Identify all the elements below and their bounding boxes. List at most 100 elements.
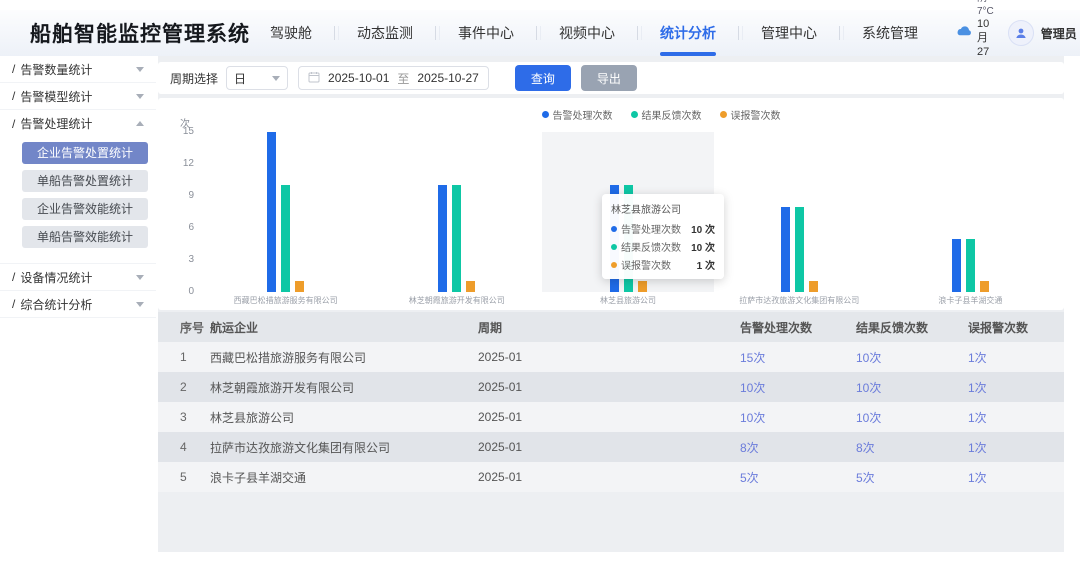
- bar: [781, 207, 790, 292]
- tooltip-dot-icon: [611, 226, 617, 232]
- user-name: 管理员: [1041, 25, 1077, 42]
- bar-chart: 次 03691215 西藏巴松措旅游服务有限公司林芝朝霞旅游开发有限公司林芝县旅…: [172, 132, 1056, 308]
- calendar-icon: [308, 71, 320, 86]
- sidebar-item-alarm-model-stats[interactable]: / 告警模型统计: [0, 83, 156, 110]
- legend-item-false-alarm[interactable]: 误报警次数: [720, 107, 781, 122]
- sidebar-item-comprehensive-stats[interactable]: / 综合统计分析: [0, 291, 156, 318]
- top-navigation: 驾驶舱 动态监测 事件中心 视频中心 统计分析 管理中心 系统管理: [250, 10, 938, 56]
- feedback-count-link[interactable]: 10次: [854, 409, 966, 426]
- legend-dot-icon: [720, 111, 727, 118]
- date-range-picker[interactable]: 2025-10-01 至 2025-10-27: [298, 66, 489, 90]
- period-value: 2025-01: [476, 350, 738, 364]
- false-alarm-count-link[interactable]: 1次: [966, 379, 1048, 396]
- table-row: 1 西藏巴松措旅游服务有限公司 2025-01 15次 10次 1次: [158, 342, 1064, 372]
- period-value: 2025-01: [476, 410, 738, 424]
- period-select[interactable]: 日: [226, 66, 288, 90]
- handled-count-link[interactable]: 8次: [738, 439, 854, 456]
- app-window: 船舶智能监控管理系统 驾驶舱 动态监测 事件中心 视频中心 统计分析 管理中心 …: [0, 0, 1080, 569]
- chart-bar-group[interactable]: 拉萨市达孜旅游文化集团有限公司: [714, 132, 885, 292]
- data-table: 序号 航运企业 周期 告警处理次数 结果反馈次数 误报警次数 1 西藏巴松措旅游…: [158, 312, 1064, 492]
- tooltip-row: 结果反馈次数 10 次: [611, 239, 715, 254]
- y-axis-tick: 9: [188, 190, 194, 201]
- chevron-down-icon: [136, 275, 144, 280]
- y-axis: 03691215: [172, 132, 196, 292]
- tooltip-dot-icon: [611, 244, 617, 250]
- sidebar-subitem-enterprise-alarm-disposal[interactable]: 企业告警处置统计: [22, 142, 148, 164]
- table-row: 2 林芝朝霞旅游开发有限公司 2025-01 10次 10次 1次: [158, 372, 1064, 402]
- chart-bar-group[interactable]: 西藏巴松措旅游服务有限公司: [200, 132, 371, 292]
- bar: [809, 281, 818, 292]
- feedback-count-link[interactable]: 5次: [854, 469, 966, 486]
- handled-count-link[interactable]: 10次: [738, 379, 854, 396]
- bar: [638, 281, 647, 292]
- main-content: 周期选择 日 2025-10-01 至 2025-10-27 查询 导出: [158, 56, 1064, 552]
- sidebar-submenu: 企业告警处置统计 单船告警处置统计 企业告警效能统计 单船告警效能统计: [0, 137, 156, 264]
- company-name: 西藏巴松措旅游服务有限公司: [208, 349, 476, 366]
- false-alarm-count-link[interactable]: 1次: [966, 349, 1048, 366]
- sidebar-subitem-single-ship-alarm-efficiency[interactable]: 单船告警效能统计: [22, 226, 148, 248]
- company-name: 林芝朝霞旅游开发有限公司: [208, 379, 476, 396]
- tooltip-row: 误报警次数 1 次: [611, 257, 715, 272]
- sidebar-item-equipment-status-stats[interactable]: / 设备情况统计: [0, 264, 156, 291]
- bar: [966, 239, 975, 292]
- column-header-company: 航运企业: [208, 319, 476, 336]
- false-alarm-count-link[interactable]: 1次: [966, 469, 1048, 486]
- sidebar-subitem-single-ship-alarm-disposal[interactable]: 单船告警处置统计: [22, 170, 148, 192]
- chart-card: 告警处理次数 结果反馈次数 误报警次数 次 03691215 西藏巴松措旅游服务…: [158, 98, 1064, 310]
- chevron-down-icon: [136, 302, 144, 307]
- period-select-label: 周期选择: [170, 70, 218, 87]
- company-name: 拉萨市达孜旅游文化集团有限公司: [208, 439, 476, 456]
- chart-legend: 告警处理次数 结果反馈次数 误报警次数: [208, 107, 1080, 122]
- nav-item-dynamic-monitoring[interactable]: 动态监测: [337, 10, 433, 56]
- date-separator: 至: [397, 70, 409, 87]
- y-axis-tick: 3: [188, 254, 194, 265]
- sidebar-subitem-enterprise-alarm-efficiency[interactable]: 企业告警效能统计: [22, 198, 148, 220]
- sidebar-item-alarm-count-stats[interactable]: / 告警数量统计: [0, 56, 156, 83]
- export-button[interactable]: 导出: [581, 65, 637, 91]
- bar: [980, 281, 989, 292]
- period-value: 2025-01: [476, 440, 738, 454]
- bar: [267, 132, 276, 292]
- chevron-up-icon: [136, 121, 144, 126]
- bar: [438, 185, 447, 292]
- nav-divider: [839, 26, 840, 40]
- sidebar-item-alarm-handling-stats[interactable]: / 告警处理统计: [0, 110, 156, 137]
- nav-item-video-center[interactable]: 视频中心: [539, 10, 635, 56]
- nav-item-management-center[interactable]: 管理中心: [741, 10, 837, 56]
- handled-count-link[interactable]: 15次: [738, 349, 854, 366]
- column-header-no: 序号: [174, 319, 208, 336]
- nav-item-cockpit[interactable]: 驾驶舱: [250, 10, 332, 56]
- nav-item-statistics-analysis[interactable]: 统计分析: [640, 10, 736, 56]
- y-axis-tick: 15: [183, 126, 194, 137]
- search-button[interactable]: 查询: [515, 65, 571, 91]
- false-alarm-count-link[interactable]: 1次: [966, 439, 1048, 456]
- company-name: 浪卡子县羊湖交通: [208, 469, 476, 486]
- avatar: [1008, 20, 1034, 46]
- company-name: 林芝县旅游公司: [208, 409, 476, 426]
- chevron-down-icon: [136, 67, 144, 72]
- table-row: 3 林芝县旅游公司 2025-01 10次 10次 1次: [158, 402, 1064, 432]
- feedback-count-link[interactable]: 8次: [854, 439, 966, 456]
- table-row: 4 拉萨市达孜旅游文化集团有限公司 2025-01 8次 8次 1次: [158, 432, 1064, 462]
- user-menu[interactable]: 管理员: [1008, 20, 1077, 46]
- legend-dot-icon: [542, 111, 549, 118]
- feedback-count-link[interactable]: 10次: [854, 379, 966, 396]
- handled-count-link[interactable]: 10次: [738, 409, 854, 426]
- column-header-period: 周期: [476, 319, 738, 336]
- top-bar: 船舶智能监控管理系统 驾驶舱 动态监测 事件中心 视频中心 统计分析 管理中心 …: [0, 10, 1080, 56]
- period-value: 2025-01: [476, 470, 738, 484]
- tooltip-dot-icon: [611, 262, 617, 268]
- false-alarm-count-link[interactable]: 1次: [966, 409, 1048, 426]
- app-title: 船舶智能监控管理系统: [30, 18, 250, 48]
- feedback-count-link[interactable]: 10次: [854, 349, 966, 366]
- handled-count-link[interactable]: 5次: [738, 469, 854, 486]
- nav-divider: [637, 26, 638, 40]
- chart-bar-group[interactable]: 浪卡子县羊湖交通: [885, 132, 1056, 292]
- x-axis-label: 浪卡子县羊湖交通: [865, 295, 1076, 306]
- nav-item-system-management[interactable]: 系统管理: [842, 10, 938, 56]
- legend-item-result-feedback[interactable]: 结果反馈次数: [631, 107, 702, 122]
- y-axis-tick: 6: [188, 222, 194, 233]
- nav-item-event-center[interactable]: 事件中心: [438, 10, 534, 56]
- chart-bar-group[interactable]: 林芝朝霞旅游开发有限公司: [371, 132, 542, 292]
- legend-item-alarm-handled[interactable]: 告警处理次数: [542, 107, 613, 122]
